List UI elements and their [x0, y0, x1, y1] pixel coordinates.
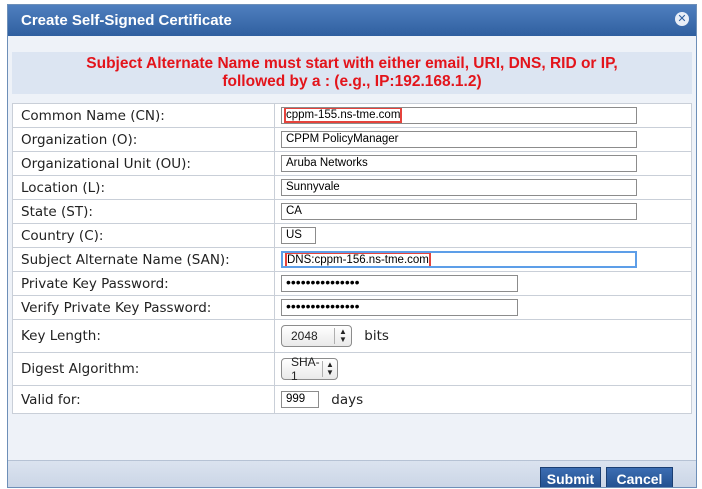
state-input[interactable]: CA: [281, 203, 637, 220]
keylen-label: Key Length:: [12, 319, 275, 353]
country-input[interactable]: US: [281, 227, 316, 244]
valid-label: Valid for:: [12, 385, 275, 414]
digest-algorithm-select[interactable]: SHA-1 ▲ ▼: [281, 355, 338, 383]
verify-private-key-password-input[interactable]: •••••••••••••••: [281, 299, 518, 316]
valid-days-input[interactable]: 999: [281, 391, 319, 408]
form-row-san: Subject Alternate Name (SAN): DNS:cppm-1…: [12, 247, 692, 272]
form-row-digest: Digest Algorithm: SHA-1 ▲ ▼: [12, 352, 692, 386]
alert-line-2: followed by a : (e.g., IP:192.168.1.2): [222, 73, 482, 90]
select-arrows-icon: ▲ ▼: [334, 328, 351, 344]
select-arrows-icon: ▲ ▼: [321, 361, 337, 377]
form-row-ou: Organizational Unit (OU): Aruba Networks: [12, 151, 692, 176]
alert-line-1: Subject Alternate Name must start with e…: [86, 55, 618, 72]
vpkp-label: Verify Private Key Password:: [12, 295, 275, 320]
private-key-password-input[interactable]: •••••••••••••••: [281, 275, 518, 292]
certificate-form: Common Name (CN): cppm-155.ns-tme.com Or…: [12, 103, 692, 414]
san-format-alert: Subject Alternate Name must start with e…: [12, 52, 692, 94]
st-label: State (ST):: [12, 199, 275, 224]
form-row-valid: Valid for: 999 days: [12, 385, 692, 414]
key-length-select[interactable]: 2048 ▲ ▼: [281, 325, 352, 347]
c-label: Country (C):: [12, 223, 275, 248]
san-label: Subject Alternate Name (SAN):: [12, 247, 275, 272]
l-label: Location (L):: [12, 175, 275, 200]
form-row-keylen: Key Length: 2048 ▲ ▼ bits: [12, 319, 692, 353]
form-row-pkp: Private Key Password: •••••••••••••••: [12, 271, 692, 296]
o-label: Organization (O):: [12, 127, 275, 152]
pkp-label: Private Key Password:: [12, 271, 275, 296]
location-input[interactable]: Sunnyvale: [281, 179, 637, 196]
digest-label: Digest Algorithm:: [12, 352, 275, 386]
common-name-input[interactable]: cppm-155.ns-tme.com: [281, 107, 637, 124]
dialog-title: Create Self-Signed Certificate: [21, 12, 232, 29]
form-row-vpkp: Verify Private Key Password: •••••••••••…: [12, 295, 692, 320]
san-value-highlight: DNS:cppm-156.ns-tme.com: [285, 253, 431, 266]
form-row-st: State (ST): CA: [12, 199, 692, 224]
form-row-l: Location (L): Sunnyvale: [12, 175, 692, 200]
close-icon[interactable]: ✕: [675, 12, 689, 26]
valid-days-unit: days: [331, 391, 364, 408]
organizational-unit-input[interactable]: Aruba Networks: [281, 155, 637, 172]
form-row-c: Country (C): US: [12, 223, 692, 248]
submit-button[interactable]: Submit: [540, 467, 601, 487]
digest-algorithm-value: SHA-1: [291, 355, 320, 383]
dialog-footer: Submit Cancel: [8, 460, 696, 487]
subject-alternate-name-input[interactable]: DNS:cppm-156.ns-tme.com: [281, 251, 637, 268]
key-length-unit: bits: [364, 328, 389, 344]
ou-label: Organizational Unit (OU):: [12, 151, 275, 176]
form-row-o: Organization (O): CPPM PolicyManager: [12, 127, 692, 152]
form-row-cn: Common Name (CN): cppm-155.ns-tme.com: [12, 103, 692, 128]
cancel-button[interactable]: Cancel: [606, 467, 673, 487]
key-length-value: 2048: [291, 329, 318, 343]
cn-label: Common Name (CN):: [12, 103, 275, 128]
create-certificate-dialog: Create Self-Signed Certificate ✕ Subject…: [7, 4, 697, 488]
organization-input[interactable]: CPPM PolicyManager: [281, 131, 637, 148]
dialog-title-bar: Create Self-Signed Certificate ✕: [8, 5, 696, 36]
cn-value-highlight: cppm-155.ns-tme.com: [283, 108, 403, 123]
